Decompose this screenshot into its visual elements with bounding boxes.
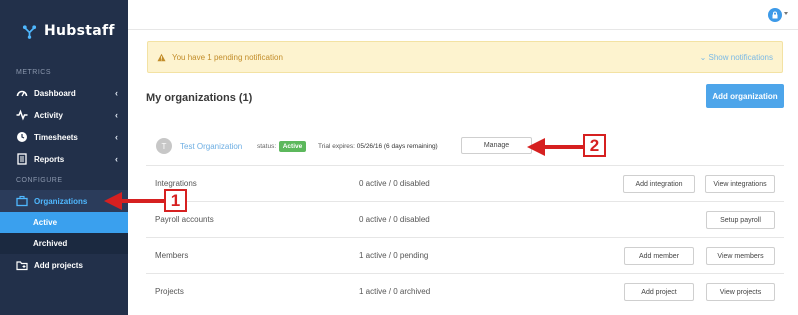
top-bar [128, 0, 798, 30]
page-title: My organizations (1) [146, 92, 253, 104]
row-label: Projects [155, 287, 184, 296]
manage-button[interactable]: Manage [461, 137, 532, 154]
notification-text: You have 1 pending notification [172, 52, 283, 62]
chevron-left-icon: ‹ [115, 132, 118, 142]
annotation-arrow-2 [527, 138, 583, 156]
setup-payroll-button[interactable]: Setup payroll [706, 211, 775, 229]
table-row-members: Members 1 active / 0 pending Add member … [146, 237, 784, 273]
table-row-payroll: Payroll accounts 0 active / 0 disabled S… [146, 201, 784, 237]
row-label: Payroll accounts [155, 215, 214, 224]
sidebar-item-dashboard[interactable]: Dashboard ‹ [0, 82, 128, 104]
notification-banner: You have 1 pending notification ⌄ Show n… [147, 41, 783, 73]
warning-icon [157, 53, 166, 62]
chevron-left-icon: ‹ [115, 154, 118, 164]
sidebar-item-reports[interactable]: Reports ‹ [0, 148, 128, 170]
document-icon [16, 153, 28, 165]
lock-icon [772, 11, 778, 19]
trial-label: Trial expires: [318, 143, 355, 150]
chevron-down-icon: ⌄ [699, 53, 707, 62]
sidebar-subitem-active[interactable]: Active [0, 212, 128, 233]
add-project-button[interactable]: Add project [624, 283, 694, 301]
briefcase-icon [16, 195, 28, 207]
status-label: status: [257, 143, 277, 150]
sidebar-item-label: Dashboard [34, 88, 76, 98]
sidebar-item-activity[interactable]: Activity ‹ [0, 104, 128, 126]
status-badge: Active [279, 141, 306, 152]
configure-section-label: CONFIGURE [16, 177, 63, 184]
brand-logo[interactable]: Hubstaff [22, 23, 115, 39]
sidebar-item-label: Organizations [34, 196, 88, 206]
add-organization-button[interactable]: Add organization [706, 84, 784, 108]
annotation-callout-1: 1 [164, 189, 187, 212]
sidebar-item-add-projects[interactable]: Add projects [0, 254, 128, 276]
sidebar-item-timesheets[interactable]: Timesheets ‹ [0, 126, 128, 148]
folder-plus-icon [16, 259, 28, 271]
view-projects-button[interactable]: View projects [706, 283, 775, 301]
caret-down-icon[interactable] [784, 12, 788, 15]
view-integrations-button[interactable]: View integrations [705, 175, 775, 193]
sidebar-item-label: Activity [34, 110, 63, 120]
user-menu-button[interactable] [768, 8, 782, 22]
row-label: Integrations [155, 179, 197, 188]
show-notifications-label: Show notifications [708, 53, 773, 62]
trial-date: 05/26/16 (6 days remaining) [356, 143, 438, 150]
add-member-button[interactable]: Add member [624, 247, 694, 265]
chevron-left-icon: ‹ [115, 88, 118, 98]
activity-icon [16, 109, 28, 121]
row-label: Members [155, 251, 189, 260]
hubstaff-logo-icon [22, 24, 37, 39]
add-integration-button[interactable]: Add integration [623, 175, 695, 193]
row-value: 1 active / 0 archived [359, 287, 431, 296]
sidebar-item-organizations[interactable]: Organizations [0, 190, 128, 212]
trial-expiry: Trial expires: 05/26/16 (6 days remainin… [318, 143, 438, 150]
row-value: 0 active / 0 disabled [359, 215, 430, 224]
chevron-left-icon: ‹ [115, 110, 118, 120]
show-notifications-link[interactable]: ⌄ Show notifications [700, 53, 773, 62]
avatar: T [156, 138, 172, 154]
table-row-integrations: Integrations 0 active / 0 disabled Add i… [146, 165, 784, 201]
sidebar-item-label: Timesheets [34, 132, 78, 142]
metrics-section-label: METRICS [16, 69, 51, 76]
dashboard-icon [16, 87, 28, 99]
brand-name: Hubstaff [44, 23, 115, 39]
sidebar-subitem-archived[interactable]: Archived [0, 233, 128, 254]
row-value: 1 active / 0 pending [359, 251, 429, 260]
table-row-projects: Projects 1 active / 0 archived Add proje… [146, 273, 784, 315]
clock-icon [16, 131, 28, 143]
organization-name-link[interactable]: Test Organization [180, 142, 242, 151]
sidebar: Hubstaff METRICS Dashboard ‹ Activity ‹ … [0, 0, 128, 315]
annotation-callout-2: 2 [583, 134, 606, 157]
sidebar-item-label: Add projects [34, 260, 83, 270]
sidebar-item-label: Reports [34, 154, 65, 164]
row-value: 0 active / 0 disabled [359, 179, 430, 188]
view-members-button[interactable]: View members [706, 247, 775, 265]
